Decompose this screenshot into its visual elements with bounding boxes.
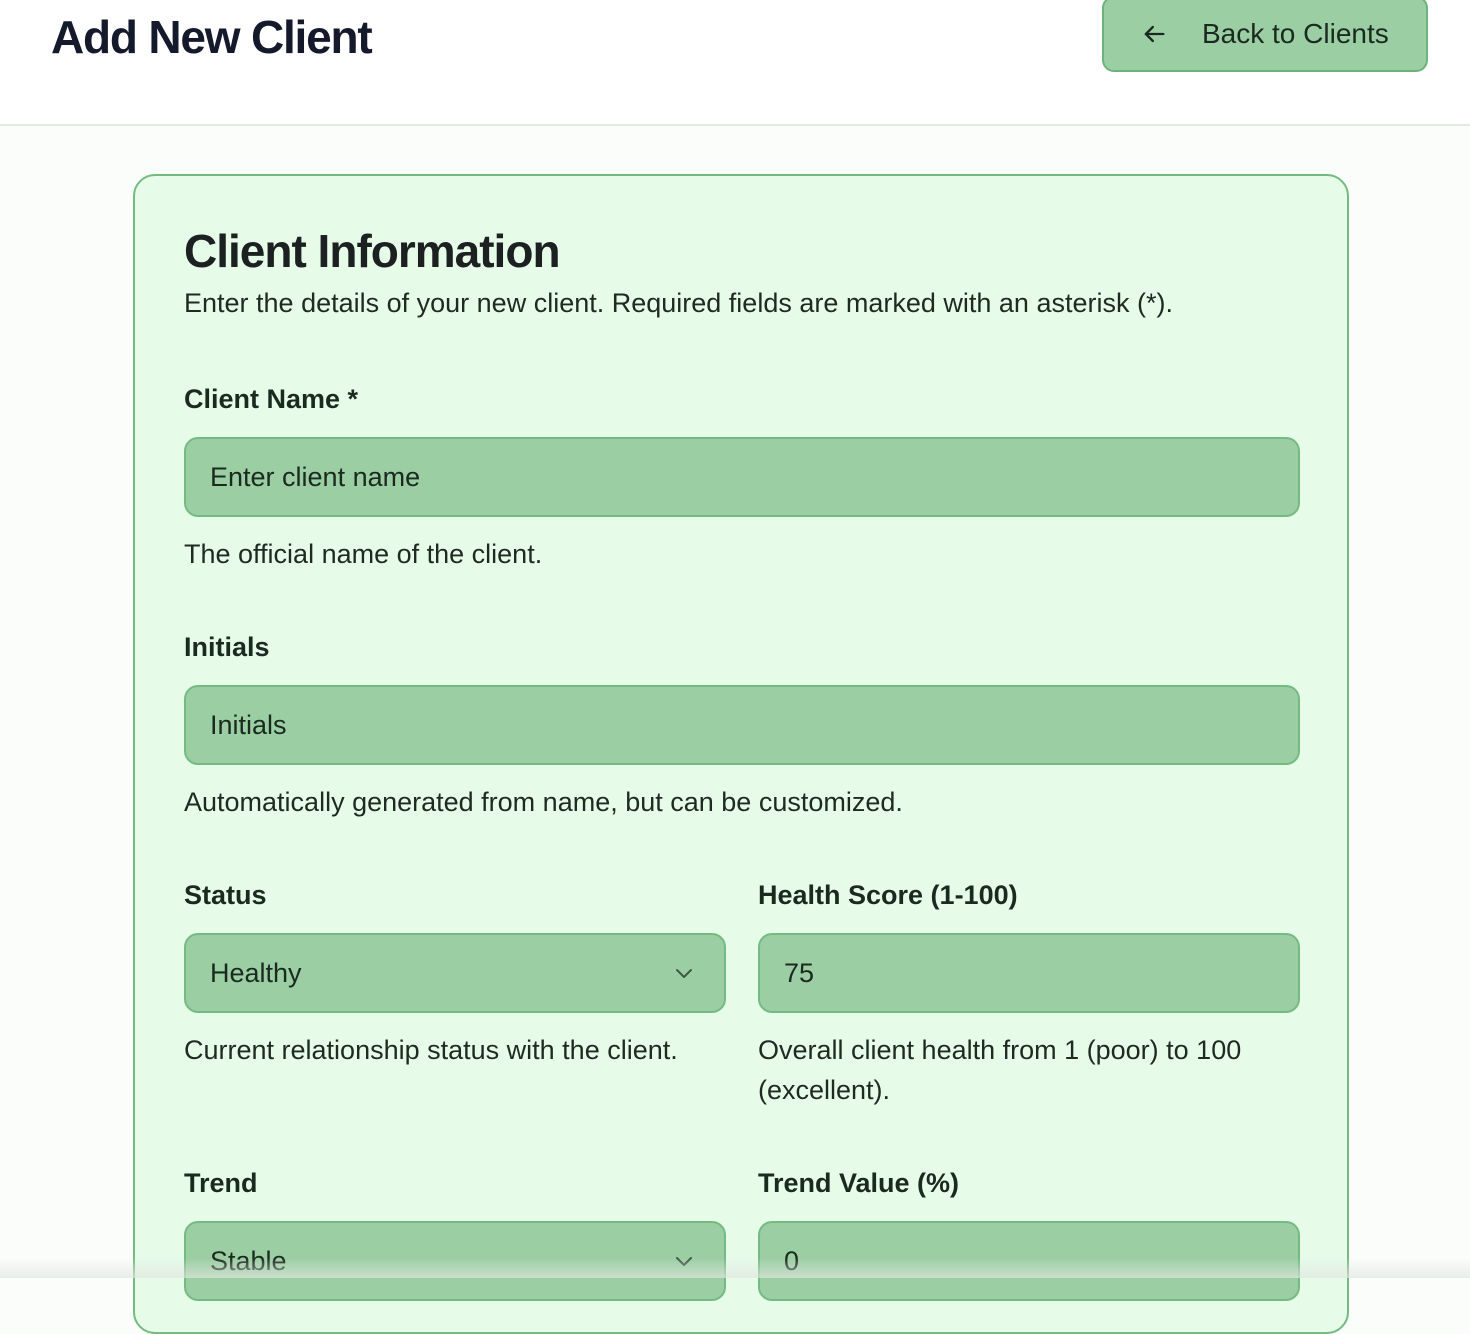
chevron-down-icon [672,961,696,985]
back-to-clients-button[interactable]: Back to Clients [1102,0,1428,72]
trend-select[interactable]: Stable [184,1221,726,1301]
trend-value-label: Trend Value (%) [758,1168,960,1198]
status-label: Status [184,880,267,910]
health-score-label: Health Score (1-100) [758,880,1018,910]
health-score-help: Overall client health from 1 (poor) to 1… [758,1035,1242,1105]
status-help: Current relationship status with the cli… [184,1035,678,1065]
client-name-label: Client Name * [184,384,359,414]
initials-input[interactable] [210,709,1298,741]
health-score-value: 75 [784,957,815,988]
initials-label: Initials [184,632,270,662]
client-name-help: The official name of the client. [184,539,543,569]
back-button-label: Back to Clients [1202,18,1389,49]
trend-selected-value: Stable [210,1245,287,1276]
trend-label: Trend [184,1168,258,1198]
card-description: Enter the details of your new client. Re… [184,288,1173,318]
client-name-field[interactable] [184,437,1300,517]
card-title: Client Information [184,225,561,277]
chevron-down-icon [672,1249,696,1273]
client-information-card: Client Information Enter the details of … [133,174,1349,1334]
status-selected-value: Healthy [210,957,302,988]
trend-value-field[interactable]: 0 [758,1221,1300,1301]
initials-help: Automatically generated from name, but c… [184,787,903,817]
initials-field[interactable] [184,685,1300,765]
client-name-input[interactable] [210,461,1298,493]
arrow-left-icon [1140,20,1168,48]
trend-value-value: 0 [784,1245,800,1276]
status-select[interactable]: Healthy [184,933,726,1013]
page-title: Add New Client [51,11,373,63]
health-score-field[interactable]: 75 [758,933,1300,1013]
page-header: Add New Client Back to Clients [0,0,1470,126]
